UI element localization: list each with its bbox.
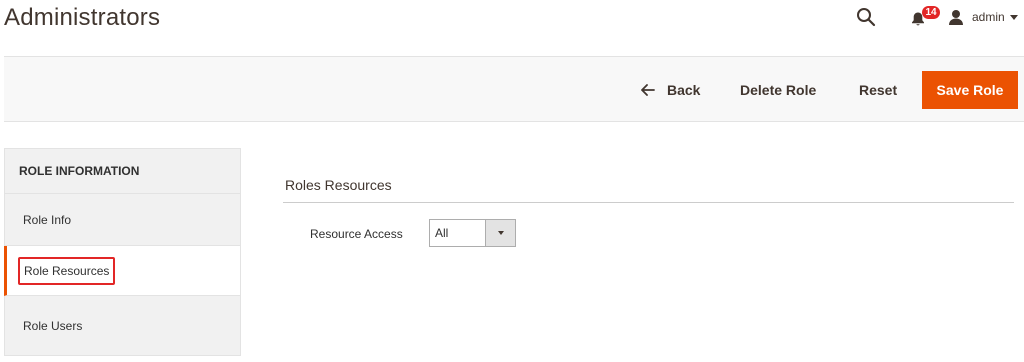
chevron-down-icon [1009, 14, 1018, 20]
tab-role-users[interactable]: Role Users [4, 296, 241, 356]
page-actions-bar: Back Delete Role Reset Save Role [4, 56, 1024, 122]
header-actions: 14 admin [824, 0, 1024, 36]
resource-access-value: All [435, 226, 449, 240]
delete-role-button[interactable]: Delete Role [740, 71, 816, 109]
user-account-menu[interactable]: admin [948, 7, 1018, 27]
back-button[interactable]: Back [641, 71, 700, 109]
tab-role-resources[interactable]: Role Resources [4, 246, 241, 296]
tabs-heading: ROLE INFORMATION [4, 148, 241, 194]
notifications-button[interactable]: 14 [908, 6, 940, 30]
role-information-tabs: ROLE INFORMATION Role Info Role Resource… [4, 148, 241, 356]
user-icon [949, 10, 963, 25]
section-divider [283, 202, 1014, 203]
page-title: Administrators [4, 4, 161, 31]
dropdown-arrow-icon[interactable] [485, 220, 515, 246]
resource-access-select[interactable]: All [429, 219, 516, 247]
resource-access-label: Resource Access [310, 227, 403, 241]
tab-label: Role Resources [18, 256, 116, 285]
notification-count-badge: 14 [922, 6, 940, 19]
back-label: Back [667, 82, 701, 98]
tab-label: Role Info [23, 212, 72, 227]
section-title: Roles Resources [285, 177, 392, 193]
search-icon[interactable] [856, 7, 876, 27]
tab-role-info[interactable]: Role Info [4, 194, 241, 246]
arrow-left-icon [641, 84, 655, 96]
username: admin [972, 10, 1005, 24]
tab-label: Role Users [23, 318, 83, 333]
save-role-button[interactable]: Save Role [922, 71, 1018, 109]
reset-button[interactable]: Reset [859, 71, 897, 109]
